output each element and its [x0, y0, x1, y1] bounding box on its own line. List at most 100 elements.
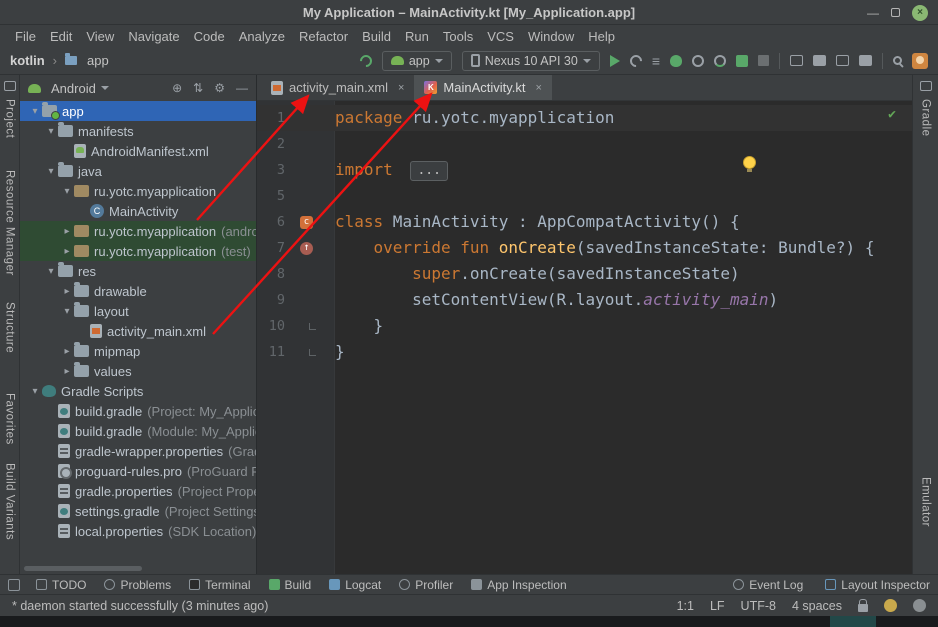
menu-file[interactable]: File [8, 29, 43, 44]
toolwindow-app-inspection[interactable]: App Inspection [471, 578, 566, 592]
readonly-lock-icon[interactable] [858, 604, 868, 612]
menu-edit[interactable]: Edit [43, 29, 79, 44]
close-button[interactable]: × [912, 5, 928, 21]
tree-item-activity-main-xml[interactable]: activity_main.xml [20, 321, 256, 341]
menu-view[interactable]: View [79, 29, 121, 44]
folded-imports-region[interactable]: ... [410, 161, 447, 181]
menu-refactor[interactable]: Refactor [292, 29, 355, 44]
toolwindow-logcat[interactable]: Logcat [329, 578, 381, 592]
hide-panel-icon[interactable]: — [236, 81, 248, 95]
stripe-favorites[interactable]: Favorites [4, 393, 16, 445]
taskbar-item[interactable] [830, 616, 876, 627]
tree-item-build-gradle-module[interactable]: build.gradle (Module: My_Application.app… [20, 421, 256, 441]
code-line[interactable]: 7 ↑ override fun onCreate(savedInstanceS… [257, 235, 912, 261]
code-line[interactable]: 3 import ... [257, 157, 912, 183]
tree-item-values[interactable]: ▸ values [20, 361, 256, 381]
inspections-ok-icon[interactable]: ✔ [888, 107, 896, 122]
toolwindow-switcher-icon[interactable] [8, 579, 20, 591]
close-tab-icon[interactable]: × [536, 82, 542, 94]
menu-vcs[interactable]: VCS [480, 29, 521, 44]
tab-activity-main-xml[interactable]: activity_main.xml × [261, 75, 414, 100]
menu-tools[interactable]: Tools [436, 29, 480, 44]
indent-selector[interactable]: 4 spaces [792, 599, 842, 613]
debug-button[interactable] [670, 55, 682, 67]
tab-mainactivity-kt[interactable]: MainActivity.kt × [414, 75, 552, 100]
intention-bulb-icon[interactable] [743, 156, 756, 169]
code-line[interactable]: 1 package ru.yotc.myapplication [257, 105, 912, 131]
toolwindow-problems[interactable]: Problems [104, 578, 171, 592]
code-line[interactable]: 11 } [257, 339, 912, 365]
menu-analyze[interactable]: Analyze [232, 29, 292, 44]
horizontal-scrollbar[interactable] [24, 566, 142, 571]
toolwindow-todo[interactable]: TODO [36, 578, 86, 592]
gradle-sync-icon[interactable] [357, 52, 374, 69]
tree-item-package-androidtest[interactable]: ▸ ru.yotc.myapplication (androidTest) [20, 221, 256, 241]
collapse-all-icon[interactable]: ⇅ [193, 81, 203, 95]
search-icon[interactable] [893, 56, 902, 65]
menu-navigate[interactable]: Navigate [121, 29, 186, 44]
encoding-selector[interactable]: UTF-8 [741, 599, 776, 613]
breadcrumb-module[interactable]: app [87, 53, 109, 68]
locate-file-icon[interactable]: ⊕ [172, 81, 182, 95]
menu-help[interactable]: Help [581, 29, 622, 44]
line-ending-selector[interactable]: LF [710, 599, 725, 613]
device-manager-icon[interactable] [790, 55, 803, 66]
toolwindow-terminal[interactable]: Terminal [189, 578, 250, 592]
run-config-dropdown[interactable]: app [382, 51, 452, 71]
code-line[interactable]: 8 super.onCreate(savedInstanceState) [257, 261, 912, 287]
run-configurations-icon[interactable]: ≡ [652, 54, 660, 68]
tree-item-app[interactable]: ▾ app [20, 101, 256, 121]
background-tasks-icon[interactable] [913, 599, 926, 612]
stripe-gradle[interactable]: Gradle [920, 99, 932, 137]
tree-item-gradle-scripts[interactable]: ▾ Gradle Scripts [20, 381, 256, 401]
tree-item-local-properties[interactable]: local.properties (SDK Location) [20, 521, 256, 541]
profile-avatar-icon[interactable] [912, 53, 928, 69]
tree-item-gradle-wrapper-properties[interactable]: gradle-wrapper.properties (Gradle Versio… [20, 441, 256, 461]
breadcrumb-root[interactable]: kotlin [10, 53, 45, 68]
tree-item-java[interactable]: ▾ java [20, 161, 256, 181]
toolwindow-build[interactable]: Build [269, 578, 312, 592]
code-line[interactable]: 5 [257, 183, 912, 209]
layout-validation-icon[interactable] [859, 55, 872, 66]
stripe-project[interactable]: Project [4, 99, 16, 138]
status-message[interactable]: * daemon started successfully (3 minutes… [12, 599, 268, 613]
code-line[interactable]: 6 c class MainActivity : AppCompatActivi… [257, 209, 912, 235]
menu-build[interactable]: Build [355, 29, 398, 44]
stripe-structure[interactable]: Structure [4, 302, 16, 353]
menu-code[interactable]: Code [187, 29, 232, 44]
tree-item-package-main[interactable]: ▾ ru.yotc.myapplication [20, 181, 256, 201]
menu-run[interactable]: Run [398, 29, 436, 44]
profile-app-icon[interactable] [714, 55, 726, 67]
project-tool-icon[interactable] [4, 81, 16, 91]
toolwindow-profiler[interactable]: Profiler [399, 578, 453, 592]
sdk-manager-icon[interactable] [813, 55, 826, 66]
stripe-resource-manager[interactable]: Resource Manager [4, 170, 16, 276]
tree-item-res[interactable]: ▾ res [20, 261, 256, 281]
code-editor[interactable]: 1 package ru.yotc.myapplication 2 3 impo… [257, 101, 912, 574]
run-button[interactable] [610, 55, 620, 67]
tree-item-androidmanifest-xml[interactable]: AndroidManifest.xml [20, 141, 256, 161]
stripe-emulator[interactable]: Emulator [920, 477, 932, 527]
tree-item-build-gradle-project[interactable]: build.gradle (Project: My_Application) [20, 401, 256, 421]
toolwindow-event-log[interactable]: Event Log [733, 578, 803, 592]
attach-debugger-icon[interactable] [736, 55, 748, 67]
title-bar[interactable]: My Application – MainActivity.kt [My_App… [0, 0, 938, 25]
fold-end-marker[interactable] [309, 323, 316, 330]
tree-item-package-test[interactable]: ▸ ru.yotc.myapplication (test) [20, 241, 256, 261]
avd-manager-icon[interactable] [836, 55, 849, 66]
maximize-button[interactable] [891, 8, 900, 17]
project-view-selector[interactable]: Android [51, 81, 96, 96]
tree-item-gradle-properties[interactable]: gradle.properties (Project Properties) [20, 481, 256, 501]
gradle-tool-icon[interactable] [920, 81, 932, 91]
menu-window[interactable]: Window [521, 29, 581, 44]
tree-item-mainactivity[interactable]: MainActivity [20, 201, 256, 221]
tree-item-proguard-rules[interactable]: proguard-rules.pro (ProGuard Rules for M… [20, 461, 256, 481]
minimize-button[interactable]: — [867, 7, 879, 19]
stripe-build-variants[interactable]: Build Variants [4, 463, 16, 540]
device-dropdown[interactable]: Nexus 10 API 30 [462, 51, 600, 71]
class-gutter-icon[interactable]: c [300, 216, 313, 229]
feedback-smile-icon[interactable] [884, 599, 897, 612]
coverage-icon[interactable] [692, 55, 704, 67]
tree-item-layout[interactable]: ▾ layout [20, 301, 256, 321]
toolwindow-layout-inspector[interactable]: Layout Inspector [825, 578, 930, 592]
